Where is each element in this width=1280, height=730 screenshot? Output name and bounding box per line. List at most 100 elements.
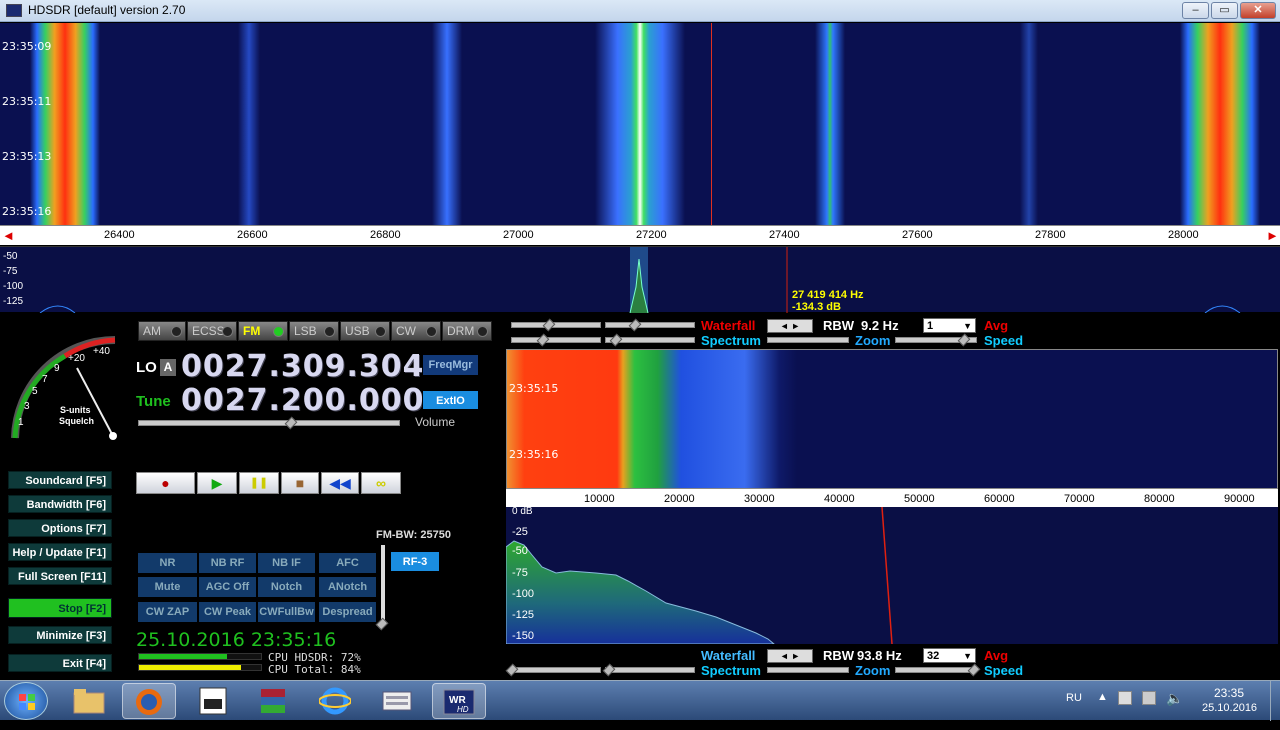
minimize-window-button[interactable]: – [1182, 2, 1209, 19]
afc-button[interactable]: AFC [319, 553, 376, 573]
mode-fm-button[interactable]: FM [238, 321, 288, 341]
tune-frequency[interactable]: 0027.200.000 [181, 383, 425, 418]
firefox-icon[interactable] [122, 683, 176, 719]
avg-select[interactable]: 1 ▼ [923, 318, 976, 333]
mode-lsb-button[interactable]: LSB [289, 321, 339, 341]
window-title: HDSDR [default] version 2.70 [28, 3, 186, 17]
mode-cw-button[interactable]: CW [391, 321, 441, 341]
avg-select[interactable]: 32 ▼ [923, 648, 976, 663]
cw-zap-button[interactable]: CW ZAP [138, 602, 197, 622]
spectrum-brightness-slider[interactable] [605, 667, 695, 673]
scroll-right-icon[interactable]: ► [1266, 228, 1279, 243]
help-update-button[interactable]: Help / Update [F1] [8, 543, 112, 561]
close-window-button[interactable]: ✕ [1240, 2, 1276, 19]
stop-button[interactable]: ■ [281, 472, 319, 494]
spectrum-label: Spectrum [701, 333, 761, 348]
waterfall-brightness-slider[interactable] [605, 322, 695, 328]
slider-handle[interactable] [505, 663, 519, 677]
bandwidth-slider-handle[interactable] [375, 617, 389, 631]
network-icon[interactable] [1142, 691, 1156, 705]
soundcard-button[interactable]: Soundcard [F5] [8, 471, 112, 489]
cw-fullbw-button[interactable]: CWFullBw [258, 602, 315, 622]
show-hidden-icons-icon[interactable]: ▲ [1097, 691, 1108, 703]
db-label: -100 [512, 588, 535, 600]
rewind-button[interactable]: ◀◀ [321, 472, 359, 494]
led-icon [222, 326, 233, 337]
freq-tick-label: 28000 [1168, 229, 1199, 241]
waterfall-spinner[interactable]: ◄ ► [767, 649, 813, 663]
slider-handle[interactable] [967, 663, 981, 677]
main-waterfall[interactable]: 23:35:09 23:35:11 23:35:13 23:35:16 [0, 23, 1280, 225]
anotch-button[interactable]: ANotch [319, 577, 376, 597]
spectrum-contrast-slider[interactable] [511, 337, 601, 343]
mute-button[interactable]: Mute [138, 577, 197, 597]
internet-explorer-icon[interactable] [308, 683, 362, 719]
lo-frequency[interactable]: 0027.309.304 [181, 349, 425, 384]
notch-button[interactable]: Notch [258, 577, 315, 597]
stop-radio-button[interactable]: Stop [F2] [8, 598, 112, 618]
agc-off-button[interactable]: AGC Off [199, 577, 256, 597]
hdsdr-taskbar-icon[interactable]: WR HD [432, 683, 486, 719]
mode-am-button[interactable]: AM [138, 321, 186, 341]
signal-band-center [595, 23, 685, 225]
scroll-left-icon[interactable]: ◄ [2, 228, 15, 243]
main-spectrum[interactable]: -50 -75 -100 -125 27 419 414 Hz -134.3 d… [0, 246, 1280, 313]
svg-text:HD: HD [457, 705, 469, 714]
show-desktop-button[interactable] [1270, 681, 1280, 721]
zoom-slider[interactable] [767, 667, 849, 673]
start-button[interactable] [4, 682, 48, 720]
exit-button[interactable]: Exit [F4] [8, 654, 112, 672]
slider-handle[interactable] [628, 318, 642, 332]
mode-drm-button[interactable]: DRM [442, 321, 492, 341]
chevron-down-icon: ▼ [963, 651, 972, 661]
waterfall-contrast-slider[interactable] [511, 322, 601, 328]
action-center-icon[interactable] [1118, 691, 1132, 705]
audio-spectrum-trace [506, 507, 893, 644]
nb-if-button[interactable]: NB IF [258, 553, 315, 573]
rf-button[interactable]: RF-3 [390, 551, 440, 572]
full-screen-button[interactable]: Full Screen [F11] [8, 567, 112, 585]
freqmgr-button[interactable]: FreqMgr [422, 354, 479, 376]
slider-handle[interactable] [542, 318, 556, 332]
language-indicator[interactable]: RU [1066, 692, 1082, 704]
bandwidth-slider[interactable] [381, 545, 385, 625]
freq-tick-label: 70000 [1064, 493, 1095, 505]
volume-slider-handle[interactable] [284, 416, 298, 430]
mode-ecss-button[interactable]: ECSS [187, 321, 237, 341]
loop-button[interactable]: ∞ [361, 472, 401, 494]
nr-button[interactable]: NR [138, 553, 197, 573]
audio-spectrum[interactable]: 0 dB -25 -50 -75 -100 -125 -150 [506, 507, 1278, 644]
clock-time[interactable]: 23:35 [1214, 686, 1244, 700]
winrar-icon[interactable] [246, 683, 300, 719]
bandwidth-button[interactable]: Bandwidth [F6] [8, 495, 112, 513]
volume-icon[interactable]: 🔈 [1166, 690, 1183, 707]
media-player-icon[interactable] [186, 683, 240, 719]
squelch-label[interactable]: Squelch [59, 416, 94, 426]
vfo-a-button[interactable]: A [160, 359, 176, 376]
frequency-axis[interactable]: ◄ 26400 26600 26800 27000 27200 27400 27… [0, 225, 1280, 245]
zoom-slider[interactable] [767, 337, 849, 343]
extio-button[interactable]: ExtIO [422, 390, 479, 410]
despread-button[interactable]: Despread [319, 602, 376, 622]
audio-waterfall[interactable]: 23:35:15 23:35:16 [506, 349, 1278, 489]
clock-date[interactable]: 25.10.2016 [1202, 702, 1257, 714]
volume-slider[interactable] [138, 420, 400, 426]
slider-handle[interactable] [536, 333, 550, 347]
record-button[interactable]: ● [136, 472, 195, 494]
spectrum-contrast-slider[interactable] [511, 667, 601, 673]
slider-handle[interactable] [609, 333, 623, 347]
explorer-icon[interactable] [62, 683, 116, 719]
mode-usb-button[interactable]: USB [340, 321, 390, 341]
waterfall-spinner[interactable]: ◄ ► [767, 319, 813, 333]
options-button[interactable]: Options [F7] [8, 519, 112, 537]
cw-peak-button[interactable]: CW Peak [199, 602, 256, 622]
maximize-window-button[interactable]: ▭ [1211, 2, 1238, 19]
play-button[interactable]: ▶ [197, 472, 237, 494]
pause-button[interactable]: ❚❚ [239, 472, 279, 494]
nb-rf-button[interactable]: NB RF [199, 553, 256, 573]
minimize-button[interactable]: Minimize [F3] [8, 626, 112, 644]
speed-slider[interactable] [895, 667, 977, 673]
keyboard-app-icon[interactable] [370, 683, 424, 719]
slider-handle[interactable] [602, 663, 616, 677]
slider-handle[interactable] [957, 333, 971, 347]
